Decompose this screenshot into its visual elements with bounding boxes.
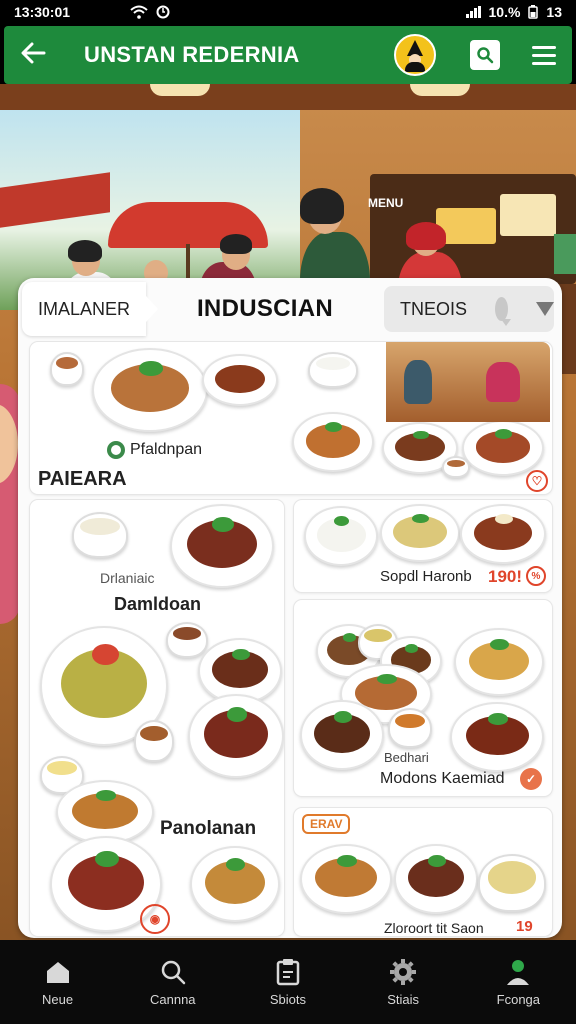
nav-home-label: Neue bbox=[42, 991, 74, 1007]
chat-icon[interactable] bbox=[495, 297, 511, 326]
search-icon bbox=[158, 958, 188, 986]
food-card-1[interactable]: Pfaldnpan PAIEARA ♡ bbox=[30, 342, 552, 494]
nav-search[interactable]: Cannna bbox=[123, 958, 223, 1007]
card-2-footer-label: Panolanan bbox=[160, 818, 257, 839]
search-icon bbox=[477, 47, 494, 64]
card-4-title: Modons Kaemiad bbox=[380, 770, 505, 787]
arrow-left-icon bbox=[21, 42, 46, 64]
tab-center[interactable]: INDUSCIAN bbox=[146, 295, 384, 323]
nav-home[interactable]: Neue bbox=[8, 958, 108, 1007]
hamburger-menu-button[interactable] bbox=[532, 45, 556, 65]
nav-orders[interactable]: Sbiots bbox=[238, 958, 338, 1007]
clipboard-icon bbox=[273, 958, 303, 986]
offer-icon[interactable]: ◉ bbox=[140, 904, 170, 934]
panel-header: IMALANER INDUSCIAN TNEOIS bbox=[18, 278, 562, 340]
nav-search-label: Cannna bbox=[150, 991, 196, 1007]
status-time-right: 13 bbox=[546, 4, 562, 20]
nav-settings[interactable]: Stiais bbox=[353, 958, 453, 1007]
filter-icon[interactable] bbox=[536, 302, 554, 316]
discount-icon[interactable]: % bbox=[526, 566, 546, 586]
card-3-price: 190! bbox=[488, 567, 523, 586]
food-card-6[interactable]: ERAV Zloroort tit Saon 19 bbox=[294, 808, 552, 936]
nav-settings-label: Stiais bbox=[387, 991, 420, 1007]
status-bar: 13:30:01 10.% 13 bbox=[0, 0, 576, 24]
tab-left[interactable]: IMALANER bbox=[22, 282, 158, 336]
app-title: UNSTAN REDERNIA bbox=[84, 42, 300, 67]
nav-profile[interactable]: Fconga bbox=[468, 958, 568, 1007]
restaurant-logo-icon bbox=[107, 441, 125, 459]
home-icon bbox=[43, 958, 73, 986]
status-time: 13:30:01 bbox=[14, 4, 71, 20]
nav-profile-label: Fconga bbox=[496, 991, 541, 1007]
wifi-icon bbox=[130, 5, 148, 19]
app-bar: UNSTAN REDERNIA bbox=[4, 26, 572, 84]
gear-icon bbox=[388, 958, 418, 986]
food-card-4[interactable]: Bedhari Modons Kaemiad ✓ bbox=[294, 600, 552, 796]
tab-right-label: TNEOIS bbox=[400, 298, 468, 319]
card-3-title: Sopdl Haronb bbox=[380, 568, 472, 585]
profile-icon bbox=[503, 958, 533, 986]
tab-right[interactable]: TNEOIS bbox=[384, 286, 554, 332]
battery-icon bbox=[528, 5, 539, 19]
battery-level: 10.% bbox=[488, 4, 521, 20]
card-1-title: PAIEARA bbox=[38, 468, 127, 490]
edit-icon[interactable]: ✓ bbox=[520, 768, 542, 790]
card-1-sublabel: Pfaldnpan bbox=[130, 441, 203, 458]
card-6-tag: ERAV bbox=[302, 814, 351, 834]
food-card-3[interactable]: Sopdl Haronb 190! % bbox=[294, 500, 552, 592]
bottom-navigation: Neue Cannna Sbiots Stiais Fconga bbox=[0, 940, 576, 1024]
card-2-title: Damldoan bbox=[114, 594, 202, 614]
card-4-sublabel: Bedhari bbox=[384, 750, 429, 765]
card-2-sublabel: Drlaniaic bbox=[100, 570, 155, 586]
signal-icon bbox=[465, 6, 481, 18]
search-button[interactable] bbox=[470, 40, 500, 70]
card-6-title: Zloroort tit Saon bbox=[384, 920, 484, 936]
brand-logo[interactable] bbox=[394, 34, 436, 76]
favorite-icon[interactable]: ♡ bbox=[526, 470, 548, 492]
nav-orders-label: Sbiots bbox=[269, 991, 307, 1007]
card-6-price: 19 bbox=[516, 918, 533, 935]
sync-icon bbox=[156, 5, 170, 19]
back-button[interactable] bbox=[20, 39, 54, 71]
food-card-2[interactable]: Drlaniaic Damldoan Panolanan ◉ bbox=[30, 500, 284, 936]
menu-panel: IMALANER INDUSCIAN TNEOIS Pfaldnpan PAIE… bbox=[18, 278, 562, 938]
